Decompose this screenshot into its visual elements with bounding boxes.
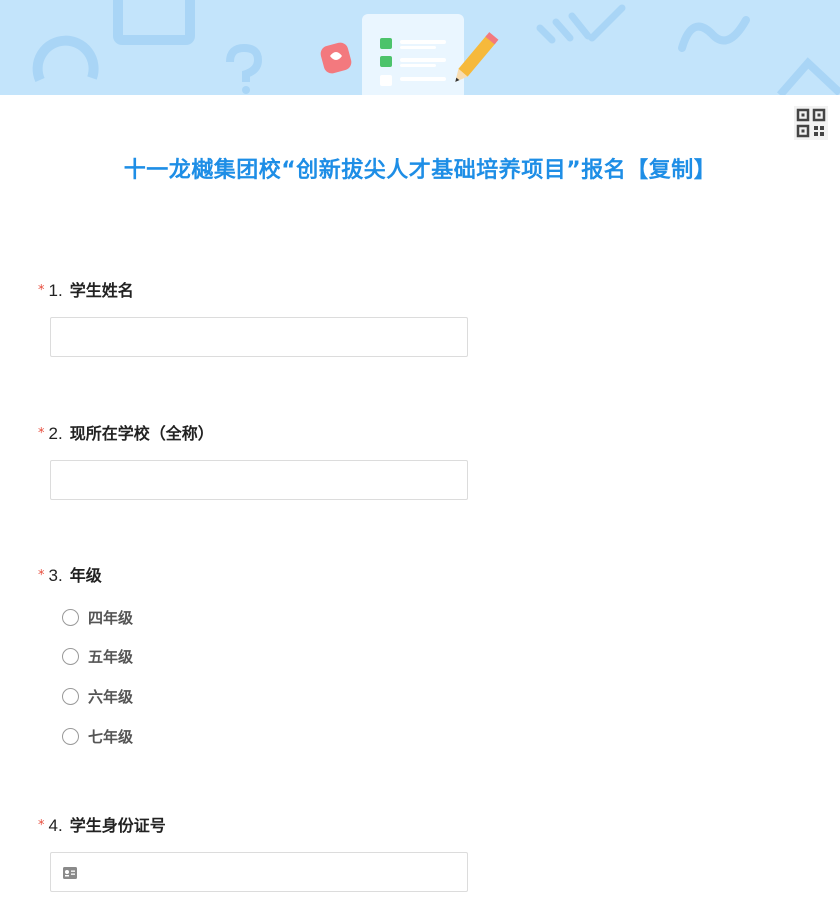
radio-button[interactable]	[62, 647, 79, 665]
question-2-label: * 2. 现所在学校（全称）	[38, 420, 214, 444]
question-3-label: * 3. 年级	[38, 562, 102, 586]
form-title: 十一龙樾集团校“创新拔尖人才基础培养项目”报名【复制】	[123, 158, 717, 183]
radio-button[interactable]	[62, 608, 79, 626]
question-1-label: * 1. 学生姓名	[38, 277, 134, 301]
qr-code-button[interactable]	[794, 106, 828, 140]
question-4-label: * 4. 学生身份证号	[38, 812, 166, 836]
form-page: 十一龙樾集团校“创新拔尖人才基础培养项目”报名【复制】 * 1. 学生姓名 * 2.…	[0, 0, 840, 910]
question-text: 学生姓名	[69, 281, 134, 300]
grade-option-7[interactable]: 七年级	[62, 725, 133, 747]
required-mark: *	[38, 283, 45, 298]
header-banner	[0, 0, 840, 95]
question-text: 现所在学校（全称）	[69, 424, 214, 443]
option-label: 五年级	[88, 647, 134, 666]
required-mark: *	[38, 568, 45, 583]
question-number: 3.	[48, 566, 63, 585]
option-label: 七年级	[88, 727, 134, 746]
radio-button[interactable]	[62, 727, 79, 745]
question-text: 学生身份证号	[69, 816, 166, 835]
grade-option-4[interactable]: 四年级	[62, 606, 133, 628]
option-label: 六年级	[88, 687, 134, 706]
qr-code-icon	[794, 106, 828, 140]
required-mark: *	[38, 818, 45, 833]
student-name-input[interactable]	[50, 317, 468, 357]
radio-button[interactable]	[62, 687, 79, 705]
grade-option-5[interactable]: 五年级	[62, 645, 133, 667]
grade-option-6[interactable]: 六年级	[62, 685, 133, 707]
option-label: 四年级	[88, 608, 134, 627]
question-text: 年级	[69, 566, 102, 585]
id-number-input[interactable]	[50, 852, 468, 892]
question-number: 1.	[48, 281, 63, 300]
question-number: 4.	[48, 816, 63, 835]
required-mark: *	[38, 426, 45, 441]
id-card-icon	[63, 867, 77, 879]
current-school-input[interactable]	[50, 460, 468, 500]
question-number: 2.	[48, 424, 63, 443]
banner-illustration	[32, 0, 840, 95]
